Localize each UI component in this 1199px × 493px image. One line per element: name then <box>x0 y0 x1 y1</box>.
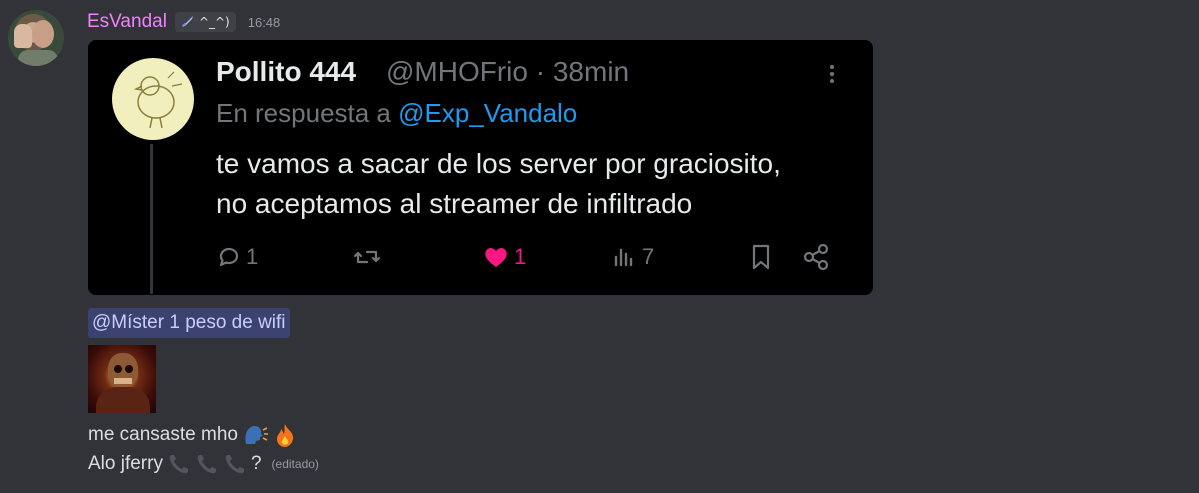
user-avatar[interactable] <box>8 10 64 66</box>
tweet-handle-time[interactable]: @MHOFrio · 38min <box>386 56 629 88</box>
tweet-body: te vamos a sacar de los server por graci… <box>216 144 856 224</box>
like-button[interactable]: 1 <box>482 240 526 274</box>
username[interactable]: EsVandal <box>87 11 167 33</box>
reply-count: 1 <box>246 244 259 269</box>
retweet-icon <box>352 244 382 270</box>
tag-text: ^_^) <box>198 15 230 29</box>
user-mention[interactable]: @Míster 1 peso de wifi <box>88 308 290 338</box>
heart-icon <box>482 244 510 270</box>
phone-icon <box>167 452 191 476</box>
message-text: Alo jferry <box>88 453 163 474</box>
message-text: me cansaste mho <box>88 424 238 445</box>
views-count: 7 <box>642 244 655 269</box>
tweet-body-line: te vamos a sacar de los server por graci… <box>216 148 781 179</box>
message-line: me cansaste mho <box>88 422 298 448</box>
reply-icon <box>216 244 242 270</box>
speaking-head-icon <box>242 422 268 448</box>
reply-prefix: En respuesta a <box>216 98 391 128</box>
message-suffix: ? <box>250 453 262 474</box>
reply-mention-link[interactable]: @Exp_Vandalo <box>398 98 577 128</box>
phone-icon <box>223 452 247 476</box>
skull-image[interactable] <box>88 345 156 413</box>
user-tag[interactable]: ^_^) <box>174 12 236 32</box>
tweet-body-line: no aceptamos al streamer de infiltrado <box>216 188 693 219</box>
message-timestamp: 16:48 <box>247 14 281 30</box>
share-button[interactable] <box>802 240 832 274</box>
tweet-display-name[interactable]: Pollito 444 <box>216 56 356 88</box>
sword-icon <box>181 14 195 31</box>
message-header: EsVandal ^_^) 16:48 <box>87 10 280 34</box>
fire-icon <box>272 422 298 448</box>
bookmark-button[interactable] <box>748 240 774 274</box>
bookmark-icon <box>748 243 774 271</box>
views-icon <box>612 244 638 270</box>
views-button[interactable]: 7 <box>612 240 654 274</box>
message-line: Alo jferry ? (editado) <box>88 452 319 476</box>
edited-label: (editado) <box>271 457 319 471</box>
more-options-icon[interactable] <box>822 62 842 88</box>
tweet-embed[interactable]: Pollito 444 @MHOFrio · 38min En respuest… <box>88 40 873 295</box>
tweet-reply-to: En respuesta a @Exp_Vandalo <box>216 98 577 129</box>
reply-button[interactable]: 1 <box>216 240 258 274</box>
phone-icon <box>195 452 219 476</box>
retweet-button[interactable] <box>352 240 382 274</box>
share-icon <box>802 243 832 271</box>
tweet-avatar[interactable] <box>112 58 194 140</box>
thread-line <box>150 144 153 294</box>
like-count: 1 <box>514 244 527 269</box>
